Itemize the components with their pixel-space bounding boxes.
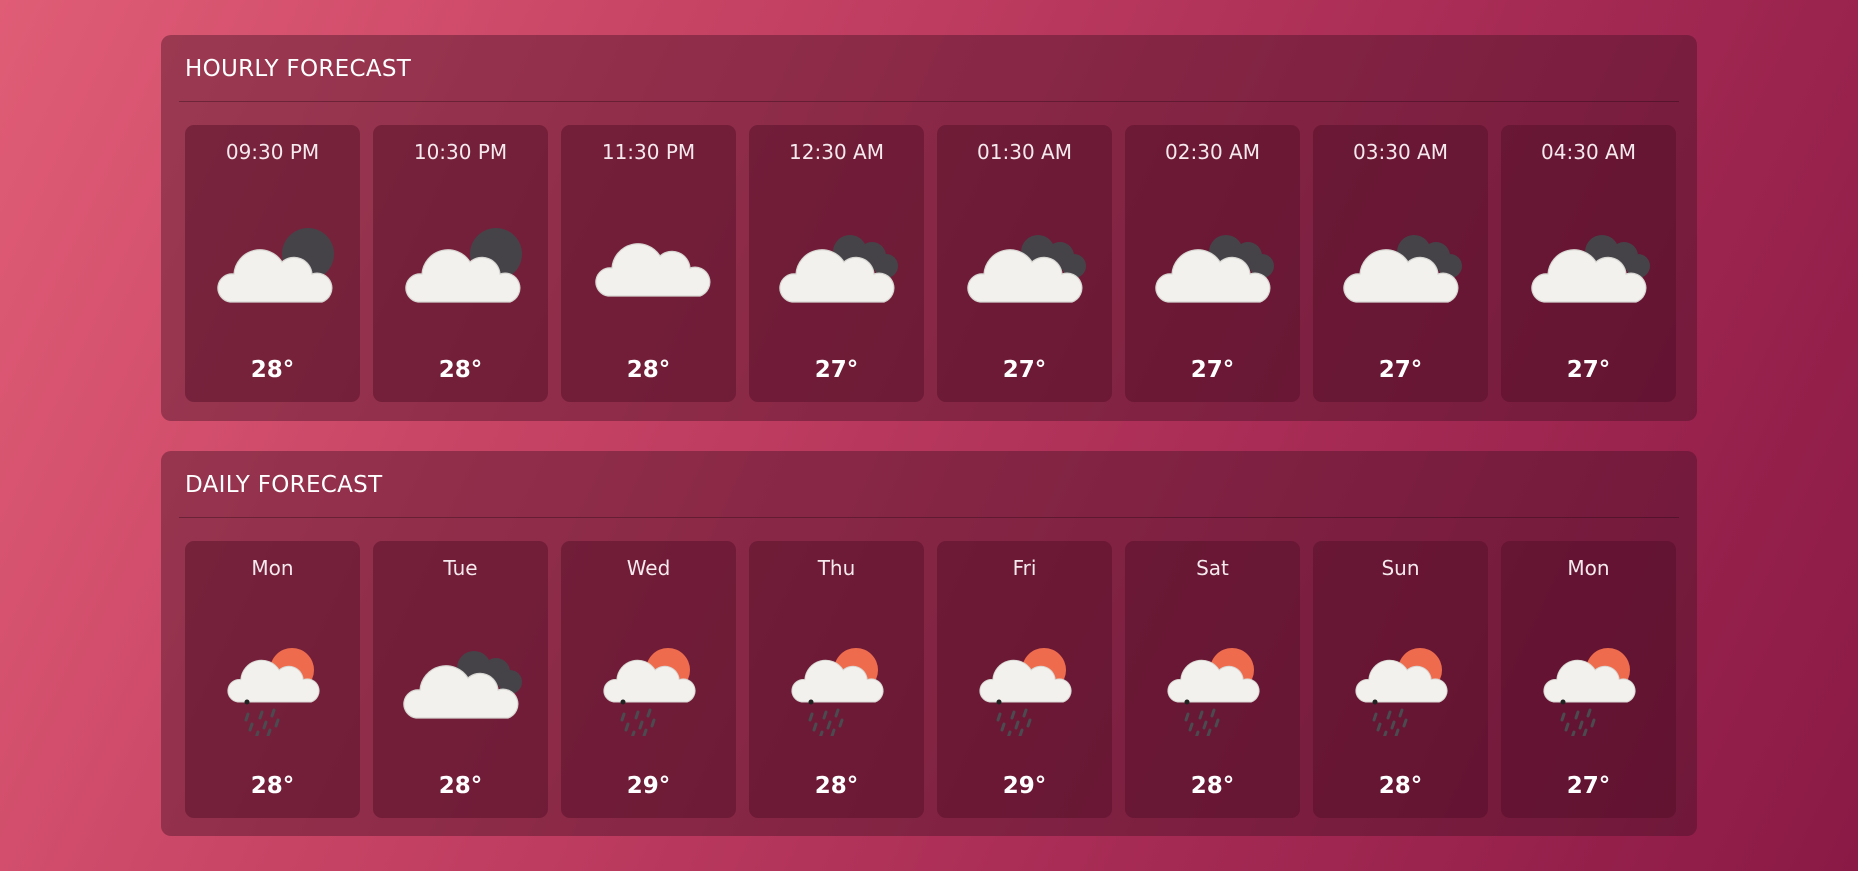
daily-cards: Mon 28° Tue 28° Wed 29° Thu 28° Fri 29° … <box>185 541 1676 818</box>
daily-card-day: Mon <box>1567 556 1610 580</box>
hourly-card[interactable]: 02:30 AM 27° <box>1125 125 1300 402</box>
hourly-card-time: 03:30 AM <box>1353 140 1448 164</box>
daily-card-day: Tue <box>443 556 478 580</box>
daily-card[interactable]: Sat 28° <box>1125 541 1300 818</box>
cloud-dark-clouds-icon <box>749 210 924 320</box>
hourly-card-temp: 28° <box>626 357 671 383</box>
hourly-card-temp: 27° <box>1378 357 1423 383</box>
sun-cloud-rain-icon <box>1125 626 1300 736</box>
cloud-dark-clouds-icon <box>937 210 1112 320</box>
daily-card-day: Thu <box>817 556 856 580</box>
hourly-forecast-panel: HOURLY FORECAST 09:30 PM 28° 10:30 PM 28… <box>161 35 1697 421</box>
sun-cloud-rain-icon <box>561 626 736 736</box>
hourly-forecast-title: HOURLY FORECAST <box>185 56 412 82</box>
hourly-card-temp: 27° <box>814 357 859 383</box>
hourly-card-time: 09:30 PM <box>225 140 320 164</box>
hourly-card-time: 02:30 AM <box>1165 140 1260 164</box>
hourly-card[interactable]: 03:30 AM 27° <box>1313 125 1488 402</box>
sun-cloud-rain-icon <box>749 626 924 736</box>
hourly-card-temp: 27° <box>1566 357 1611 383</box>
sun-cloud-rain-icon <box>1313 626 1488 736</box>
daily-card[interactable]: Tue 28° <box>373 541 548 818</box>
hourly-cards: 09:30 PM 28° 10:30 PM 28° 11:30 PM 28° 1… <box>185 125 1676 402</box>
daily-card[interactable]: Mon 28° <box>185 541 360 818</box>
cloud-moon-icon <box>185 210 360 320</box>
sun-cloud-rain-icon <box>185 626 360 736</box>
hourly-card[interactable]: 11:30 PM 28° <box>561 125 736 402</box>
hourly-card-temp: 27° <box>1190 357 1235 383</box>
daily-card-day: Wed <box>626 556 671 580</box>
cloud-dark-clouds-icon <box>1501 210 1676 320</box>
daily-forecast-title: DAILY FORECAST <box>185 472 383 498</box>
daily-card[interactable]: Fri 29° <box>937 541 1112 818</box>
hourly-card-time: 12:30 AM <box>789 140 884 164</box>
daily-card-temp: 28° <box>1190 773 1235 799</box>
daily-card-day: Sun <box>1381 556 1420 580</box>
daily-card-temp: 27° <box>1566 773 1611 799</box>
cloud-moon-icon <box>373 210 548 320</box>
hourly-card-time: 01:30 AM <box>977 140 1072 164</box>
daily-card[interactable]: Mon 27° <box>1501 541 1676 818</box>
daily-card-temp: 28° <box>814 773 859 799</box>
hourly-card-temp: 28° <box>438 357 483 383</box>
daily-card-day: Sat <box>1196 556 1229 580</box>
daily-forecast-panel: DAILY FORECAST Mon 28° Tue 28° Wed 29° T… <box>161 451 1697 836</box>
divider <box>179 517 1679 518</box>
hourly-card[interactable]: 12:30 AM 27° <box>749 125 924 402</box>
daily-card-temp: 29° <box>1002 773 1047 799</box>
daily-card[interactable]: Wed 29° <box>561 541 736 818</box>
hourly-card-temp: 28° <box>250 357 295 383</box>
hourly-card-temp: 27° <box>1002 357 1047 383</box>
cloud-dark-clouds-icon <box>1313 210 1488 320</box>
cloud-dark-clouds-icon <box>1125 210 1300 320</box>
hourly-card[interactable]: 01:30 AM 27° <box>937 125 1112 402</box>
cloud-dark-clouds-icon <box>373 626 548 736</box>
hourly-card[interactable]: 04:30 AM 27° <box>1501 125 1676 402</box>
daily-card-day: Mon <box>251 556 294 580</box>
daily-card-temp: 29° <box>626 773 671 799</box>
hourly-card[interactable]: 10:30 PM 28° <box>373 125 548 402</box>
daily-card[interactable]: Sun 28° <box>1313 541 1488 818</box>
sun-cloud-rain-icon <box>1501 626 1676 736</box>
daily-card-temp: 28° <box>438 773 483 799</box>
hourly-card-time: 10:30 PM <box>413 140 508 164</box>
daily-card-temp: 28° <box>1378 773 1423 799</box>
cloud-icon <box>561 210 736 320</box>
daily-card-temp: 28° <box>250 773 295 799</box>
daily-card[interactable]: Thu 28° <box>749 541 924 818</box>
daily-card-day: Fri <box>1012 556 1037 580</box>
hourly-card-time: 04:30 AM <box>1541 140 1636 164</box>
hourly-card-time: 11:30 PM <box>601 140 696 164</box>
hourly-card[interactable]: 09:30 PM 28° <box>185 125 360 402</box>
sun-cloud-rain-icon <box>937 626 1112 736</box>
divider <box>179 101 1679 102</box>
